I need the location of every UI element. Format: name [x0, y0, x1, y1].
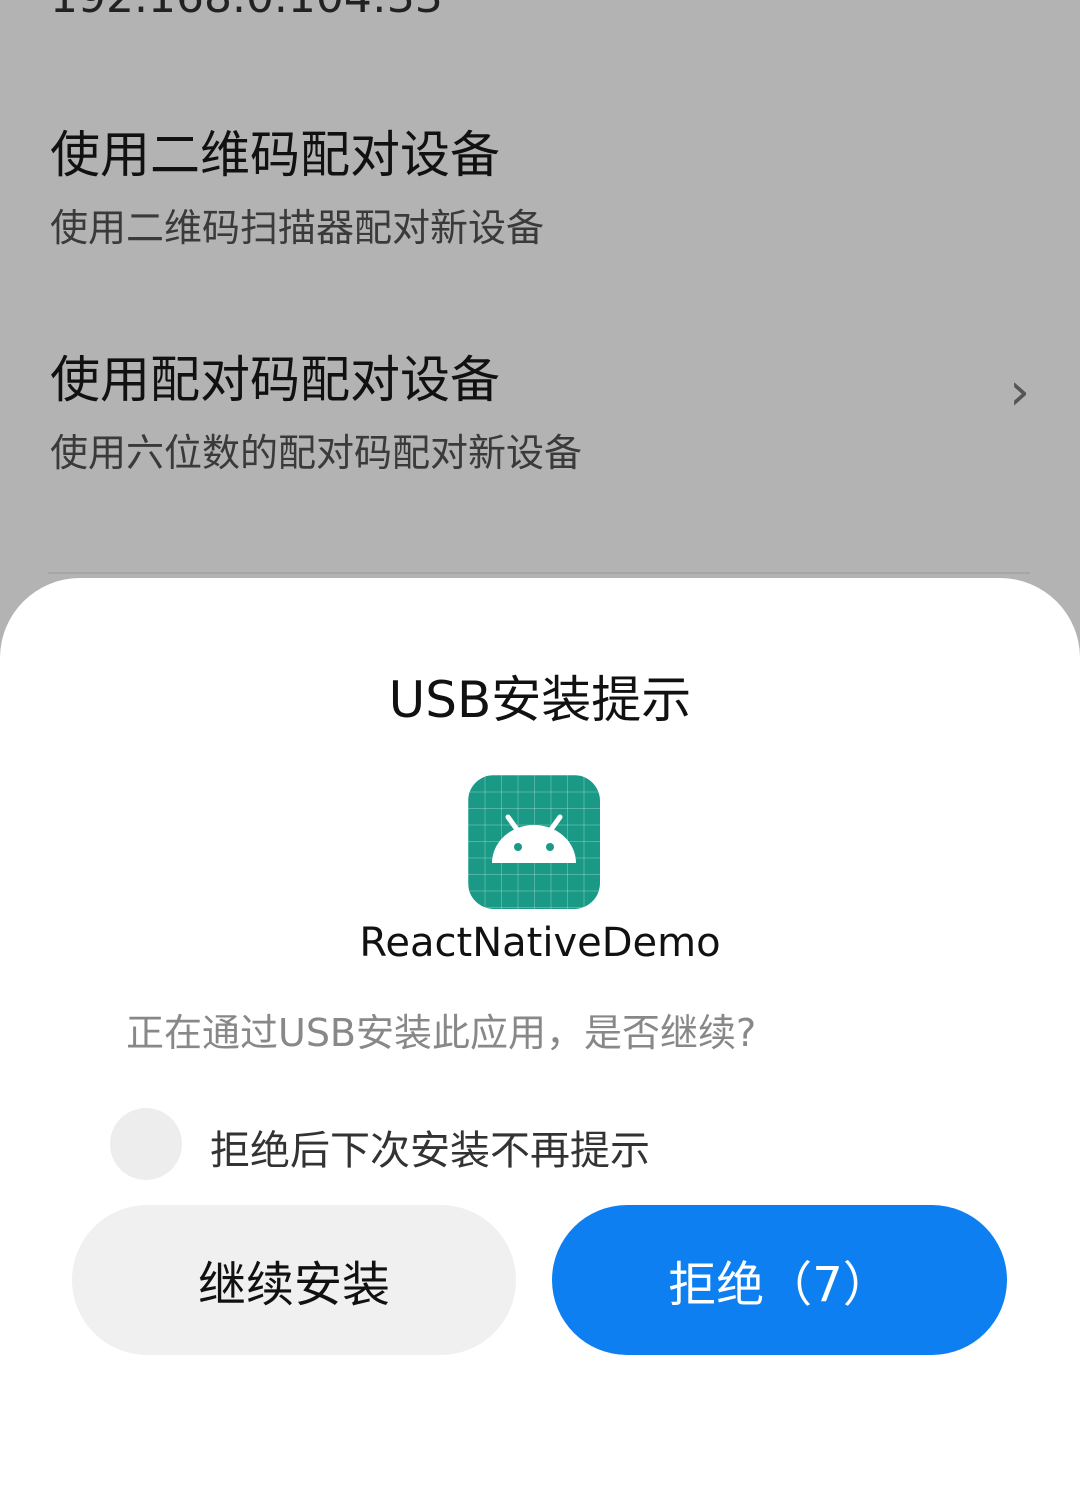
continue-install-button[interactable]: 继续安装 [72, 1205, 516, 1355]
app-name: ReactNativeDemo [359, 920, 721, 966]
dont-remind-label[interactable]: 拒绝后下次安装不再提示 [210, 1118, 650, 1176]
pair-qr-item[interactable]: 使用二维码配对设备 使用二维码扫描器配对新设备 [50, 115, 1030, 252]
divider [48, 572, 1030, 574]
dialog-title: USB安装提示 [388, 671, 692, 729]
item-subtitle: 使用六位数的配对码配对新设备 [50, 431, 583, 475]
chevron-right-icon: › [1009, 362, 1030, 422]
item-title: 使用配对码配对设备 [50, 351, 500, 409]
reject-button[interactable]: 拒绝（7） [552, 1205, 1007, 1355]
ip-address-text: 192.168.0.104:33 [50, 0, 443, 23]
dialog-message: 正在通过USB安装此应用，是否继续? [126, 1011, 757, 1055]
item-subtitle: 使用二维码扫描器配对新设备 [50, 206, 545, 250]
android-app-icon [468, 775, 600, 909]
item-title: 使用二维码配对设备 [50, 126, 500, 184]
pair-code-item[interactable]: 使用配对码配对设备 使用六位数的配对码配对新设备 [50, 340, 1030, 477]
dont-remind-checkbox[interactable] [110, 1108, 182, 1180]
